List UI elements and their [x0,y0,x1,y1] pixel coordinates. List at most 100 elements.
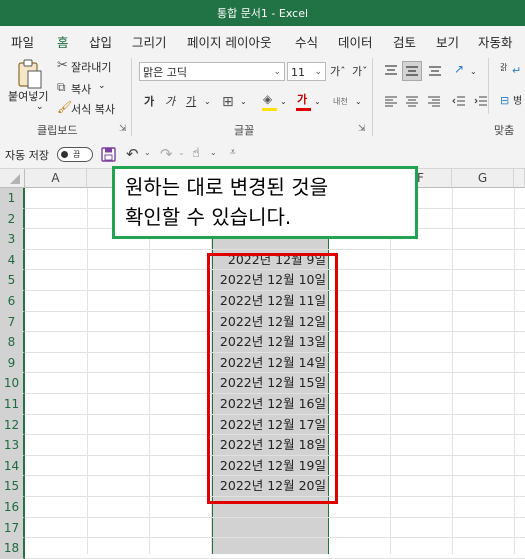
tab-data[interactable]: 데이터 [338,32,373,51]
cut-button[interactable]: 잘라내기 [71,59,111,75]
font-color-dropdown-icon[interactable]: ⌄ [314,94,321,110]
tab-page-layout[interactable]: 페이지 레이아웃 [187,32,271,51]
merge-center-button[interactable]: 병 [513,94,522,110]
annotation-line-1: 원하는 대로 변경된 것을 [125,175,329,199]
font-group-label: 글꼴 [234,124,255,137]
redo-dropdown-icon[interactable]: ⌄ [178,148,185,157]
tab-draw[interactable]: 그리기 [132,32,167,51]
row-header[interactable]: 16 [0,497,25,518]
annotation-callout: 원하는 대로 변경된 것을 확인할 수 있습니다. [112,166,418,239]
align-bottom-icon[interactable] [428,64,442,78]
alignment-group-label: 맞춤 [494,124,515,137]
ribbon-tabs: 파일 홈 삽입 그리기 페이지 레이아웃 수식 데이터 검토 보기 자동화 [0,26,525,57]
row-header[interactable]: 11 [0,394,25,415]
row-header[interactable]: 8 [0,332,25,353]
chevron-down-icon: ⌄ [273,67,281,77]
row-header[interactable]: 5 [0,270,25,291]
row-header[interactable]: 17 [0,517,25,539]
row-header[interactable]: 7 [0,311,25,333]
undo-dropdown-icon[interactable]: ⌄ [144,148,151,157]
font-name-combo[interactable]: 맑은 고딕 ⌄ [139,62,285,81]
row-header[interactable]: 6 [0,291,25,312]
orientation-dropdown-icon[interactable]: ⌄ [470,64,477,80]
borders-icon[interactable]: ⊞ [222,94,234,110]
touch-mode-icon[interactable]: ☝ [192,146,200,161]
clipboard-launcher-icon[interactable]: ⇲ [119,124,127,134]
increase-indent-icon[interactable] [474,95,488,109]
row-header[interactable]: 3 [0,229,25,250]
group-divider [372,58,373,136]
merge-center-icon[interactable]: ⊟ [500,94,509,107]
annotation-line-2: 확인할 수 있습니다. [125,205,292,229]
underline-dropdown-icon[interactable]: ⌄ [204,94,211,110]
align-left-icon[interactable] [384,95,398,109]
align-middle-button[interactable] [402,61,422,81]
column-header[interactable]: A [25,169,87,188]
format-painter-button[interactable]: 서식 복사 [71,101,115,117]
tab-automate[interactable]: 자동화 [478,32,513,51]
quick-access-toolbar: 자동 저장 끔 ↶ ⌄ ↷ ⌄ ☝ ⌄ ⩡ [0,142,525,169]
select-all-corner[interactable] [0,169,25,188]
row-header[interactable]: 15 [0,476,25,497]
customize-qat-icon[interactable]: ⩡ [230,147,236,158]
tab-review[interactable]: 검토 [393,32,416,51]
chevron-down-icon: ⌄ [314,67,322,77]
row-header[interactable]: 14 [0,455,25,477]
touch-dropdown-icon[interactable]: ⌄ [210,148,217,157]
redo-icon[interactable]: ↷ [160,145,173,163]
tab-formulas[interactable]: 수식 [295,32,318,51]
column-header[interactable]: G [452,169,514,188]
font-launcher-icon[interactable]: ⇲ [358,124,366,134]
font-size-combo[interactable]: 11 ⌄ [287,62,326,81]
ribbon: 붙여넣기 ⌄ ✂ 잘라내기 ⧉ 복사 ⌄ 🖌 서식 복사 클립보드 ⇲ 맑은 고… [0,54,525,143]
phonetic-button[interactable]: 내천 [333,94,348,110]
fill-color-swatch [262,108,277,111]
underline-button[interactable]: 가 [186,94,196,110]
worksheet[interactable]: A B C D E F G 12345678910111213141516171… [0,166,525,559]
undo-icon[interactable]: ↶ [126,145,139,163]
decrease-indent-icon[interactable] [452,95,466,109]
toggle-knob [61,151,68,158]
font-name-value: 맑은 고딕 [143,66,187,79]
tab-view[interactable]: 보기 [436,32,459,51]
row-header[interactable]: 9 [0,352,25,374]
paste-icon[interactable] [16,58,44,90]
format-painter-icon[interactable]: 🖌 [57,100,72,114]
borders-dropdown-icon[interactable]: ⌄ [240,94,247,110]
align-top-icon[interactable] [384,64,398,78]
row-header[interactable]: 12 [0,414,25,436]
copy-icon[interactable]: ⧉ [57,80,66,95]
scissors-icon[interactable]: ✂ [57,58,68,73]
row-header[interactable]: 1 [0,188,25,209]
tab-file[interactable]: 파일 [11,32,34,51]
group-divider [131,58,132,136]
row-header[interactable]: 10 [0,373,25,394]
bold-button[interactable]: 가 [144,94,154,110]
row-header[interactable]: 4 [0,249,25,271]
italic-button[interactable]: 가 [165,94,175,110]
align-center-icon[interactable] [405,95,419,109]
phonetic-dropdown-icon[interactable]: ⌄ [355,94,362,110]
fill-dropdown-icon[interactable]: ⌄ [280,94,287,110]
row-header[interactable]: 18 [0,538,25,559]
shrink-font-button[interactable]: 가ˇ [352,64,368,80]
font-color-button[interactable]: 가 [297,92,307,108]
wrap-text-button[interactable]: 갉 [500,60,507,76]
align-right-icon[interactable] [427,95,441,109]
tab-insert[interactable]: 삽입 [89,32,112,51]
row-header[interactable]: 2 [0,208,25,230]
orientation-icon[interactable]: ↗ [454,62,464,76]
paste-dropdown-icon[interactable]: ⌄ [36,102,44,112]
wrap-text-icon[interactable]: ↵ [512,64,521,77]
tab-home[interactable]: 홈 [55,32,70,57]
column-header[interactable] [514,169,525,188]
save-icon[interactable] [101,147,116,162]
fill-color-icon[interactable]: ◈ [263,92,272,106]
autosave-toggle[interactable]: 끔 [57,147,93,162]
copy-button[interactable]: 복사 [71,81,91,97]
grow-font-button[interactable]: 가ˆ [330,64,346,80]
gridline [452,188,453,554]
copy-dropdown-icon[interactable]: ⌄ [98,81,106,91]
autosave-label: 자동 저장 [5,149,49,162]
row-header[interactable]: 13 [0,435,25,456]
